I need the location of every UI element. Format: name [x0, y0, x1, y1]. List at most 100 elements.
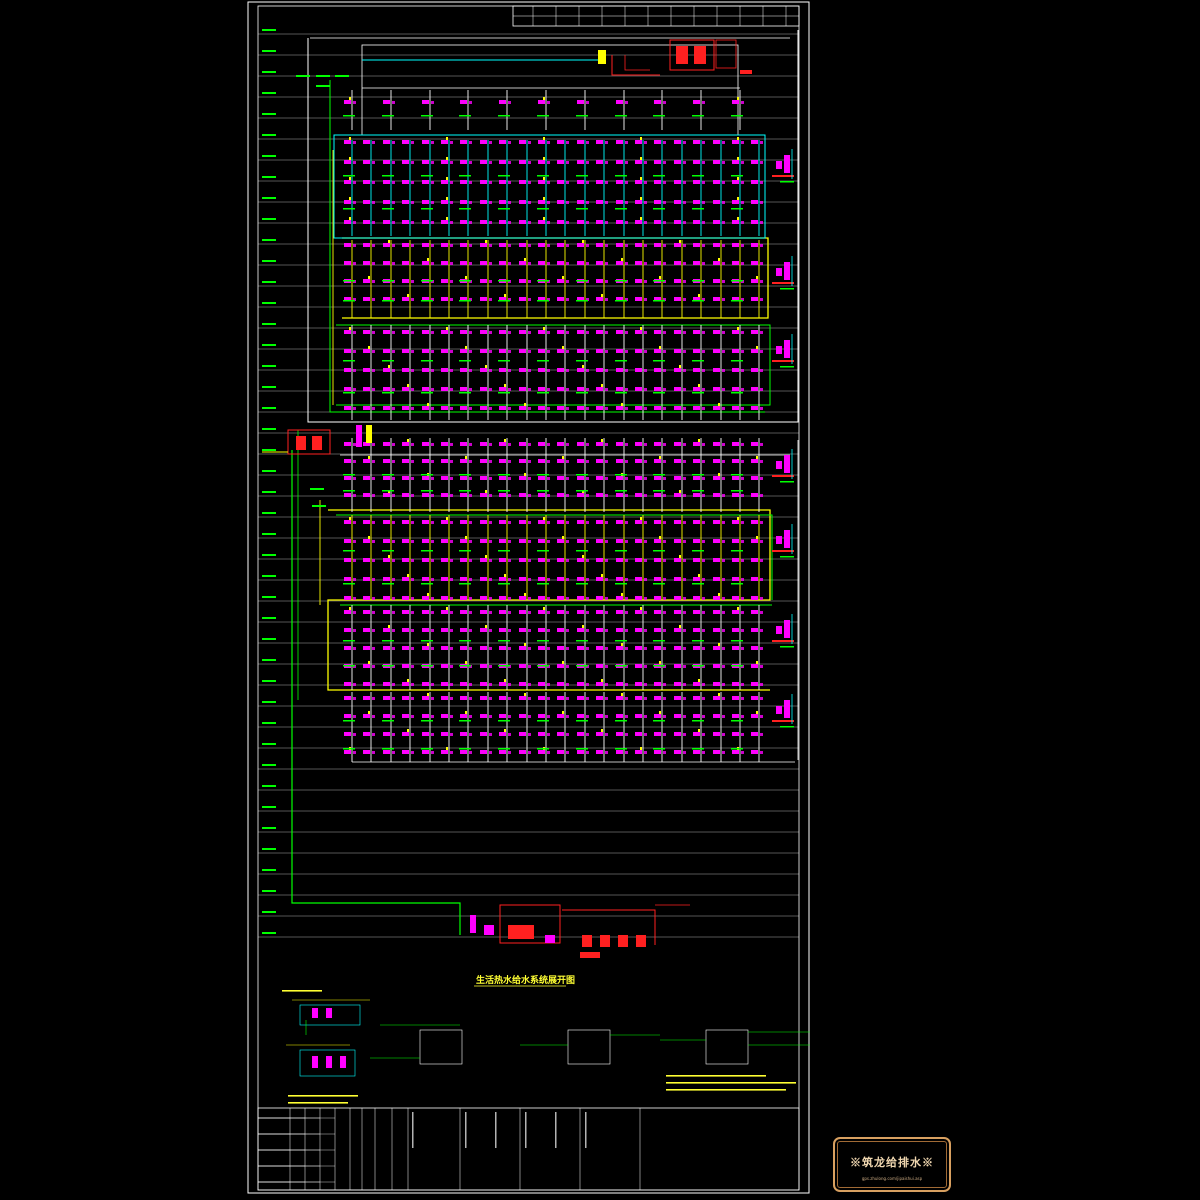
fixture-block	[751, 646, 758, 650]
fixture-block	[372, 597, 375, 600]
fixture-block	[596, 646, 603, 650]
fixture-block	[469, 559, 472, 562]
fixture-block	[674, 261, 681, 265]
note-line	[288, 1102, 348, 1104]
fixture-block	[528, 280, 531, 283]
valve-mark	[679, 240, 681, 243]
branch-label	[537, 583, 549, 585]
fixture-block	[713, 696, 720, 700]
fixture-block	[605, 141, 608, 144]
fixture-block	[586, 161, 589, 164]
branch-label	[335, 75, 349, 77]
fixture-block	[469, 521, 472, 524]
branch-label	[382, 665, 394, 667]
fixture-block	[363, 180, 370, 184]
stack-fixture	[776, 626, 782, 634]
stack-fixture	[776, 461, 782, 469]
fixture-block	[431, 578, 434, 581]
fixture-block	[586, 244, 589, 247]
fixture-block	[605, 751, 608, 754]
fixture-block	[566, 331, 569, 334]
fixture-block	[741, 201, 744, 204]
fixture-block	[741, 540, 744, 543]
fixture-block	[741, 221, 744, 224]
fixture-block	[557, 368, 564, 372]
fixture-block	[460, 732, 467, 736]
fixture-block	[616, 682, 623, 686]
fixture-block	[635, 539, 642, 543]
fixture-block	[557, 682, 564, 686]
fixture-block	[508, 540, 511, 543]
fixture-block	[383, 261, 390, 265]
floor-tag	[262, 197, 276, 199]
fixture-block	[528, 244, 531, 247]
branch-label	[459, 665, 471, 667]
valve-mark	[368, 346, 370, 349]
floor-tag	[262, 890, 276, 892]
fixture-block	[441, 558, 448, 562]
fixture-block	[732, 476, 739, 480]
fixture-block	[528, 540, 531, 543]
fixture-block	[528, 221, 531, 224]
fixture-block	[693, 732, 700, 736]
fixture-block	[383, 596, 390, 600]
fixture-block	[469, 540, 472, 543]
fixture-block	[722, 443, 725, 446]
floor-tag	[262, 596, 276, 598]
fixture-block	[392, 559, 395, 562]
fixture-block	[480, 297, 487, 301]
fixture-block	[616, 596, 623, 600]
fixture-block	[732, 442, 739, 446]
fixture-block	[499, 100, 506, 104]
fixture-block	[489, 521, 492, 524]
fixture-block	[469, 751, 472, 754]
fixture-block	[625, 221, 628, 224]
fixture-block	[372, 629, 375, 632]
fixture-block	[605, 201, 608, 204]
fixture-block	[353, 611, 356, 614]
fixture-block	[411, 494, 414, 497]
fixture-block	[693, 750, 700, 754]
fixture-block	[702, 715, 705, 718]
fixture-block	[654, 577, 661, 581]
floor-tag	[262, 92, 276, 94]
fixture-block	[353, 683, 356, 686]
fixture-block	[431, 407, 434, 410]
fixture-block	[460, 100, 467, 104]
fixture-block	[644, 460, 647, 463]
fixture-block	[538, 696, 545, 700]
fixture-block	[344, 349, 351, 353]
fixture-block	[683, 665, 686, 668]
fixture-block	[383, 577, 390, 581]
fixture-block	[586, 388, 589, 391]
fixture-block	[547, 388, 550, 391]
fixture-block	[480, 140, 487, 144]
fixture-block	[702, 751, 705, 754]
fixture-block	[760, 443, 763, 446]
fixture-block	[528, 751, 531, 754]
floor-tag	[262, 344, 276, 346]
fixture-block	[508, 369, 511, 372]
valve-mark	[737, 327, 739, 330]
fixture-block	[702, 331, 705, 334]
valve-mark	[349, 517, 351, 520]
fixture-block	[528, 647, 531, 650]
fixture-block	[741, 751, 744, 754]
valve-mark	[485, 490, 487, 493]
fixture-block	[441, 577, 448, 581]
fixture-block	[411, 477, 414, 480]
fixture-block	[751, 493, 758, 497]
fixture-block	[519, 279, 526, 283]
fixture-block	[635, 696, 642, 700]
fixture-block	[480, 349, 487, 353]
fixture-block	[557, 476, 564, 480]
fixture-block	[441, 297, 448, 301]
fixture-block	[499, 476, 506, 480]
fixture-block	[519, 732, 526, 736]
fixture-block	[441, 714, 448, 718]
fixture-block	[586, 369, 589, 372]
branch-label	[316, 85, 330, 87]
fixture-block	[547, 201, 550, 204]
fixture-block	[635, 558, 642, 562]
fixture-block	[402, 442, 409, 446]
